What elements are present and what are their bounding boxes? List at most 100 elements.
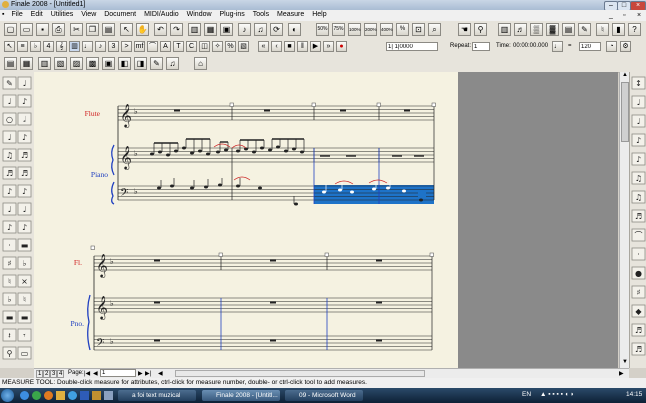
human-playback-icon[interactable]: ♬ (514, 23, 527, 36)
layout-icon-10[interactable]: ✎ (150, 57, 163, 70)
scroll-thumb[interactable] (621, 82, 629, 142)
layout-icon-3[interactable]: ▥ (38, 57, 51, 70)
layout-icon-8[interactable]: ◧ (118, 57, 131, 70)
mdi-close-button[interactable]: × (634, 11, 644, 20)
horizontal-scroll-thumb[interactable] (175, 370, 425, 377)
quicklaunch-firefox-icon[interactable] (44, 391, 53, 400)
scroll-view-icon[interactable]: ▥ (188, 23, 201, 36)
click-countoff-icon[interactable]: ◔ (606, 41, 617, 52)
menu-window[interactable]: Window (184, 10, 215, 19)
menu-help[interactable]: Help (309, 10, 329, 19)
speedy-entry-icon[interactable]: ♪ (238, 23, 251, 36)
system2-handle[interactable] (90, 245, 95, 250)
language-indicator[interactable]: EN (522, 391, 531, 398)
quicklaunch-messenger-icon[interactable] (68, 391, 77, 400)
playback-settings-icon[interactable]: ⚙ (620, 41, 631, 52)
taskbar-task-word[interactable]: 09 - Microsoft Word (285, 390, 363, 401)
menu-view[interactable]: View (78, 10, 99, 19)
zoom-400-button[interactable]: 400% (380, 23, 393, 36)
selection-tool-icon[interactable]: ↖ (120, 23, 133, 36)
midi-keyboard-icon[interactable]: ▤ (562, 23, 575, 36)
quicklaunch-show-desktop-icon[interactable] (104, 391, 113, 400)
layout-icon-11[interactable]: ♫ (166, 57, 179, 70)
rewind-icon[interactable]: « (258, 41, 269, 52)
hand-grabber-icon[interactable]: ✋ (136, 23, 149, 36)
stop-icon[interactable]: ■ (284, 41, 295, 52)
expression-icon[interactable]: mf (134, 41, 145, 52)
page-tab-4[interactable]: 4 (57, 370, 65, 378)
special-tools-icon[interactable]: ✧ (212, 41, 223, 52)
zoom-100-button[interactable]: 100% (348, 23, 361, 36)
menu-file[interactable]: File (8, 10, 25, 19)
smart-shape-icon[interactable]: ⌒ (147, 41, 158, 52)
pause-icon[interactable]: ‖ (297, 41, 308, 52)
text-tool-icon[interactable]: T (173, 41, 184, 52)
redraw-icon[interactable]: ⟳ (270, 23, 283, 36)
open-folder-icon[interactable]: ▭ (20, 23, 33, 36)
mdi-restore-button[interactable]: ▫ (620, 11, 628, 20)
scanning-icon[interactable]: ▓ (546, 23, 559, 36)
menu-utilities[interactable]: Utilities (48, 10, 77, 19)
mdi-minimize-button[interactable]: _ (606, 11, 616, 20)
quicklaunch-word-icon[interactable] (80, 391, 89, 400)
next-page-icon[interactable]: ▶ (138, 370, 143, 377)
layout-icon-2[interactable]: ▦ (20, 57, 33, 70)
zoom-75-button[interactable]: 75% (332, 23, 345, 36)
copy-icon[interactable]: ❐ (86, 23, 99, 36)
layout-icon-12[interactable]: ⌂ (194, 57, 207, 70)
zoom-glass-icon[interactable]: ⚲ (474, 23, 487, 36)
note-entry-icon[interactable]: ♩ (82, 41, 93, 52)
back-icon[interactable]: ‹ (271, 41, 282, 52)
undo-icon[interactable]: ↶ (154, 23, 167, 36)
quicklaunch-ie-icon[interactable] (20, 391, 29, 400)
new-document-icon[interactable]: ▢ (4, 23, 17, 36)
time-signature-icon[interactable]: 4 (43, 41, 54, 52)
quicklaunch-winamp-icon[interactable] (92, 391, 101, 400)
hand-tool-icon[interactable]: ☚ (458, 23, 471, 36)
layout-icon-1[interactable]: ▤ (4, 57, 17, 70)
redo-icon[interactable]: ↷ (170, 23, 183, 36)
score-page[interactable]: Flute Piano 𝄞 𝄞 𝄢 ♭ ♭ ♭ Fl. Pno. 𝄞 𝄞 𝄢 ♭… (34, 72, 458, 368)
mirror-tool-icon[interactable]: ◫ (199, 41, 210, 52)
quicklaunch-media-icon[interactable] (32, 391, 41, 400)
chord-tool-icon[interactable]: C (186, 41, 197, 52)
help-icon[interactable]: ? (628, 23, 641, 36)
menu-document[interactable]: Document (101, 10, 139, 19)
staff-tool-icon[interactable]: ≡ (17, 41, 28, 52)
page-number-field[interactable] (100, 369, 136, 377)
clef-tool-icon[interactable]: 𝄞 (56, 41, 67, 52)
tempo-note-icon[interactable]: ♩ (552, 41, 563, 52)
score-notation[interactable]: Flute Piano 𝄞 𝄞 𝄢 ♭♭♭ Fl. Pno. 𝄞 𝄞 𝄢 ♭♭♭ (34, 72, 458, 368)
start-orb-icon[interactable] (1, 389, 14, 402)
scroll-right-arrow-icon[interactable]: ▶ (619, 370, 624, 377)
zoom-50-button[interactable]: 50% (316, 23, 329, 36)
page-view-icon[interactable]: ▦ (204, 23, 217, 36)
lyrics-icon[interactable]: A (160, 41, 171, 52)
tuplet-icon[interactable]: 3 (108, 41, 119, 52)
speedy-note-icon[interactable]: ♪ (95, 41, 106, 52)
layout-icon-9[interactable]: ◨ (134, 57, 147, 70)
articulation-icon[interactable]: > (121, 41, 132, 52)
quicklaunch-explorer-icon[interactable] (56, 391, 65, 400)
fast-forward-icon[interactable]: » (323, 41, 334, 52)
scroll-left-arrow-icon[interactable]: ◀ (158, 370, 163, 377)
cut-icon[interactable]: ✂ (70, 23, 83, 36)
guitar-icon[interactable]: ♮ (596, 23, 609, 36)
tempo-field[interactable] (579, 42, 601, 51)
display-colors-icon[interactable]: ◐ (288, 23, 301, 36)
key-signature-icon[interactable]: ♭ (30, 41, 41, 52)
prev-page-icon[interactable]: ◀ (93, 370, 98, 377)
zoom-custom-button[interactable]: % (396, 23, 409, 36)
fit-in-window-icon[interactable]: ⊡ (412, 23, 425, 36)
note-mover-icon[interactable]: ♫ (254, 23, 267, 36)
piano-icon[interactable]: ▥ (498, 23, 511, 36)
record-icon[interactable]: ● (336, 41, 347, 52)
menu-tools[interactable]: Tools (250, 10, 272, 19)
mixer-icon[interactable]: ▮ (612, 23, 625, 36)
repeat-field[interactable] (472, 42, 490, 51)
print-icon[interactable]: ⎙ (52, 23, 65, 36)
zoom-tool-icon[interactable]: ⌕ (428, 23, 441, 36)
zoom-200-button[interactable]: 200% (364, 23, 377, 36)
smartscore-icon[interactable]: ▒ (530, 23, 543, 36)
selection-arrow-icon[interactable]: ↖ (4, 41, 15, 52)
